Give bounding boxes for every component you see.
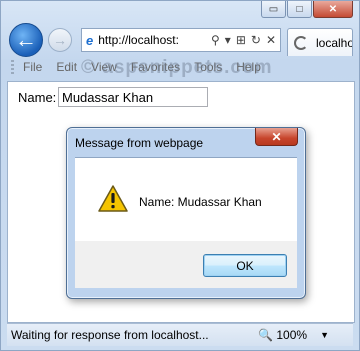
address-tools: ⚲ ▾ ⊞ ↻ ✕ [211,33,280,47]
maximize-button[interactable]: □ [287,1,312,18]
tab-localhost[interactable]: localhost [287,28,353,56]
zoom-control[interactable]: 🔍 100% ▼ [258,328,353,342]
tab-label: localhost [316,35,352,50]
warning-icon [98,185,128,212]
menu-help[interactable]: Help [236,60,261,74]
dialog-footer: OK [75,241,297,288]
menu-file[interactable]: File [23,60,42,74]
zoom-level: 100% [276,328,308,342]
alert-dialog: Message from webpage ✕ Name: Mudassar Kh… [66,127,306,299]
back-icon[interactable]: ← [9,23,43,57]
dropdown-arrow-icon[interactable]: ▾ [225,33,231,47]
name-input[interactable] [58,87,208,107]
chevron-down-icon[interactable]: ▼ [320,330,329,340]
menu-tools[interactable]: Tools [194,60,222,74]
window-close-button[interactable]: ✕ [313,1,353,18]
dialog-body: Name: Mudassar Khan [75,157,297,242]
menu-edit[interactable]: Edit [56,60,77,74]
menu-view[interactable]: View [91,60,117,74]
dialog-title: Message from webpage [75,136,204,150]
loading-icon [294,35,308,50]
ok-button[interactable]: OK [203,254,287,277]
status-bar: Waiting for response from localhost... 🔍… [7,323,353,346]
name-label: Name: [18,90,57,105]
menu-bar: File Edit View Favorites Tools Help [7,57,353,77]
address-bar[interactable]: e http://localhost: ⚲ ▾ ⊞ ↻ ✕ [81,28,281,52]
navigation-bar: ← → e http://localhost: ⚲ ▾ ⊞ ↻ ✕ localh… [7,23,353,57]
menu-favorites[interactable]: Favorites [131,60,180,74]
minimize-button[interactable]: ▭ [261,1,286,18]
stop-icon[interactable]: ✕ [266,33,276,47]
search-icon[interactable]: ⚲ [211,33,220,47]
forward-icon[interactable]: → [48,28,72,52]
dialog-message: Name: Mudassar Khan [139,195,262,209]
zoom-icon: 🔍 [258,328,274,342]
dialog-close-button[interactable]: ✕ [255,128,298,146]
ie-logo-icon: e [86,32,94,48]
compatibility-icon[interactable]: ⊞ [236,33,246,47]
window-controls: ▭ □ ✕ [260,1,353,18]
refresh-icon[interactable]: ↻ [251,33,261,47]
address-url[interactable]: http://localhost: [98,33,211,47]
toolbar-grip[interactable] [11,60,14,74]
status-text: Waiting for response from localhost... [11,328,209,342]
